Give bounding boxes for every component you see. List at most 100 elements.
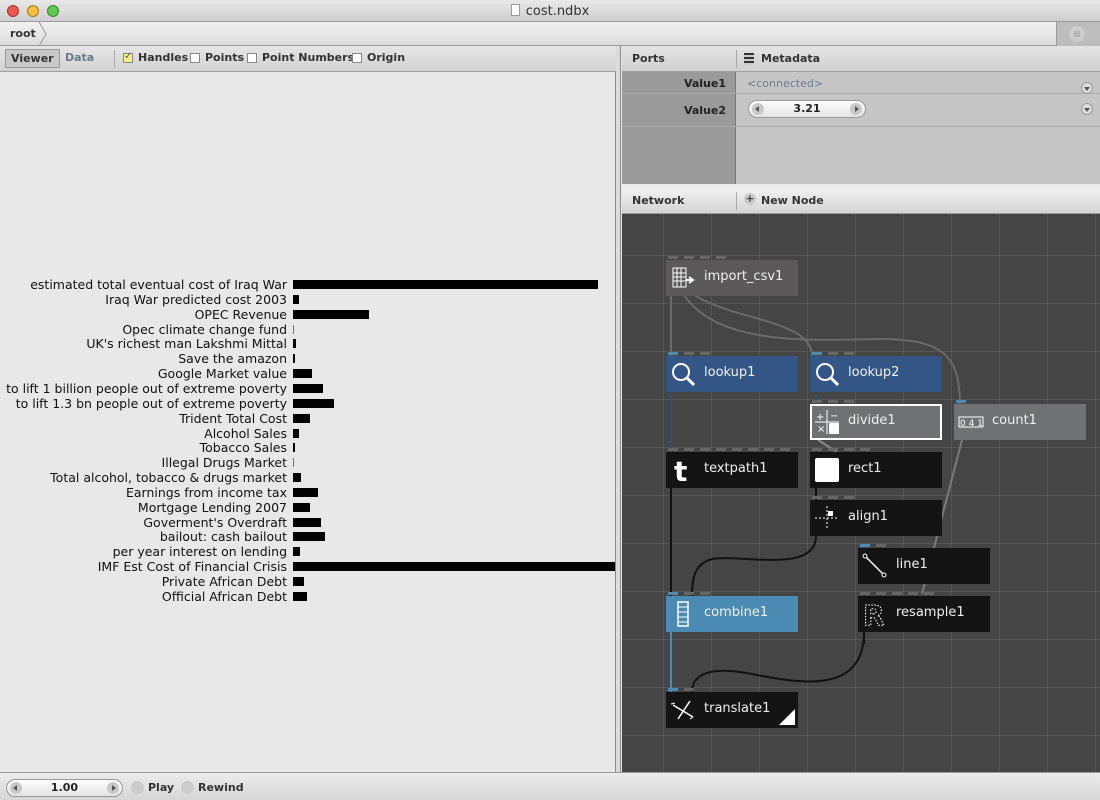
input-port[interactable]	[684, 592, 694, 595]
input-port[interactable]	[732, 448, 742, 451]
rewind-button[interactable]: Rewind	[181, 781, 244, 794]
translate-icon	[670, 697, 696, 723]
node-line1[interactable]: line1	[858, 544, 990, 584]
input-port[interactable]	[924, 592, 934, 595]
pane-splitter[interactable]	[616, 46, 621, 772]
bar	[293, 294, 299, 304]
input-port[interactable]	[780, 448, 790, 451]
wire-resample1-translate1	[691, 631, 865, 693]
input-port[interactable]	[684, 448, 694, 451]
bar-label: IMF Est Cost of Financial Crisis	[97, 559, 287, 575]
input-port[interactable]	[860, 448, 870, 451]
node-rect1[interactable]: rect1	[810, 448, 942, 488]
stop-icon	[1074, 31, 1080, 37]
header-divider	[736, 50, 737, 68]
title-bar: cost.ndbx	[0, 0, 1100, 22]
node-count1[interactable]: 0 4 1 count1	[954, 400, 1086, 440]
origin-checkbox[interactable]: Origin	[352, 51, 405, 64]
input-port[interactable]	[812, 400, 822, 403]
tab-data[interactable]: Data	[60, 49, 99, 68]
input-port[interactable]	[764, 448, 774, 451]
input-port[interactable]	[860, 544, 870, 547]
input-port[interactable]	[716, 448, 726, 451]
frame-number-field[interactable]: 1.00	[6, 779, 123, 797]
node-divide1[interactable]: + − × divide1	[810, 400, 942, 440]
input-port[interactable]	[668, 256, 678, 259]
value2-number-field[interactable]: 3.21	[748, 100, 866, 118]
port-value1-menu-button[interactable]	[1081, 82, 1093, 94]
ports-title: Ports	[632, 52, 665, 65]
input-port[interactable]	[844, 352, 854, 355]
input-port[interactable]	[700, 352, 710, 355]
node-label: resample1	[896, 605, 965, 620]
input-port[interactable]	[684, 688, 694, 691]
input-port[interactable]	[876, 544, 886, 547]
handles-checkbox[interactable]: Handles	[123, 51, 188, 64]
increment-frame-icon[interactable]	[107, 782, 119, 794]
network-canvas[interactable]: import_csv1 lookup1 lookup2 + − × divide1 0 4 1…	[622, 214, 1100, 772]
bar-label: to lift 1.3 bn people out of extreme pov…	[15, 395, 287, 411]
bar-label: Save the amazon	[178, 351, 287, 367]
input-port[interactable]	[668, 352, 678, 355]
input-port[interactable]	[844, 400, 854, 403]
input-port[interactable]	[828, 448, 838, 451]
input-port[interactable]	[716, 256, 726, 259]
bar	[293, 280, 598, 289]
input-port[interactable]	[844, 448, 854, 451]
viewer-toolbar: Viewer Data Handles Points Point Numbers…	[0, 46, 616, 72]
input-port[interactable]	[700, 256, 710, 259]
node-lookup2[interactable]: lookup2	[810, 352, 942, 392]
input-port[interactable]	[748, 448, 758, 451]
node-align1[interactable]: align1	[810, 496, 942, 536]
point-numbers-label: Point Numbers	[262, 51, 355, 64]
input-port[interactable]	[860, 592, 870, 595]
value2-number[interactable]: 3.21	[749, 102, 865, 115]
input-port[interactable]	[668, 448, 678, 451]
checkbox-icon	[190, 52, 200, 63]
input-port[interactable]	[668, 688, 678, 691]
tab-viewer[interactable]: Viewer	[5, 49, 60, 68]
input-port[interactable]	[828, 400, 838, 403]
input-port[interactable]	[956, 400, 966, 403]
breadcrumb-root[interactable]: root	[10, 27, 36, 40]
bar-label: Goverment's Overdraft	[143, 514, 287, 530]
node-combine1[interactable]: combine1	[666, 592, 798, 632]
input-port[interactable]	[812, 448, 822, 451]
metadata-button[interactable]: Metadata	[761, 52, 820, 65]
frame-value[interactable]: 1.00	[7, 781, 122, 794]
play-button[interactable]: Play	[131, 781, 174, 794]
input-port[interactable]	[828, 496, 838, 499]
math-operators-icon: + − ×	[814, 409, 840, 435]
bar-label: Earnings from income tax	[126, 484, 287, 500]
bar-label: per year interest on lending	[112, 544, 287, 560]
input-port[interactable]	[828, 352, 838, 355]
point-numbers-checkbox[interactable]: Point Numbers	[247, 51, 354, 64]
input-port[interactable]	[844, 496, 854, 499]
input-port[interactable]	[700, 448, 710, 451]
node-translate1[interactable]: translate1	[666, 688, 798, 728]
viewer-canvas[interactable]: estimated total eventual cost of Iraq Wa…	[0, 72, 616, 772]
input-port[interactable]	[812, 496, 822, 499]
input-port[interactable]	[892, 592, 902, 595]
new-node-button[interactable]: New Node	[761, 194, 824, 207]
input-port[interactable]	[684, 352, 694, 355]
input-port[interactable]	[700, 592, 710, 595]
node-lookup1[interactable]: lookup1	[666, 352, 798, 392]
node-label: count1	[992, 413, 1037, 428]
handles-label: Handles	[138, 51, 189, 64]
bar	[293, 354, 295, 364]
increment-arrow-icon[interactable]	[850, 103, 862, 115]
node-import_csv1[interactable]: import_csv1	[666, 256, 798, 296]
input-port[interactable]	[908, 592, 918, 595]
input-port[interactable]	[668, 592, 678, 595]
node-textpath1[interactable]: t textpath1	[666, 448, 798, 488]
points-checkbox[interactable]: Points	[190, 51, 244, 64]
input-port[interactable]	[876, 592, 886, 595]
input-port[interactable]	[684, 256, 694, 259]
input-port[interactable]	[812, 352, 822, 355]
bar-label: to lift 1 billion people out of extreme …	[6, 380, 287, 396]
node-resample1[interactable]: Rresample1	[858, 592, 990, 633]
port-value2-menu-button[interactable]	[1081, 103, 1093, 115]
stop-render-button[interactable]	[1056, 22, 1100, 46]
bar-label: UK's richest man Lakshmi Mittal	[86, 336, 287, 352]
